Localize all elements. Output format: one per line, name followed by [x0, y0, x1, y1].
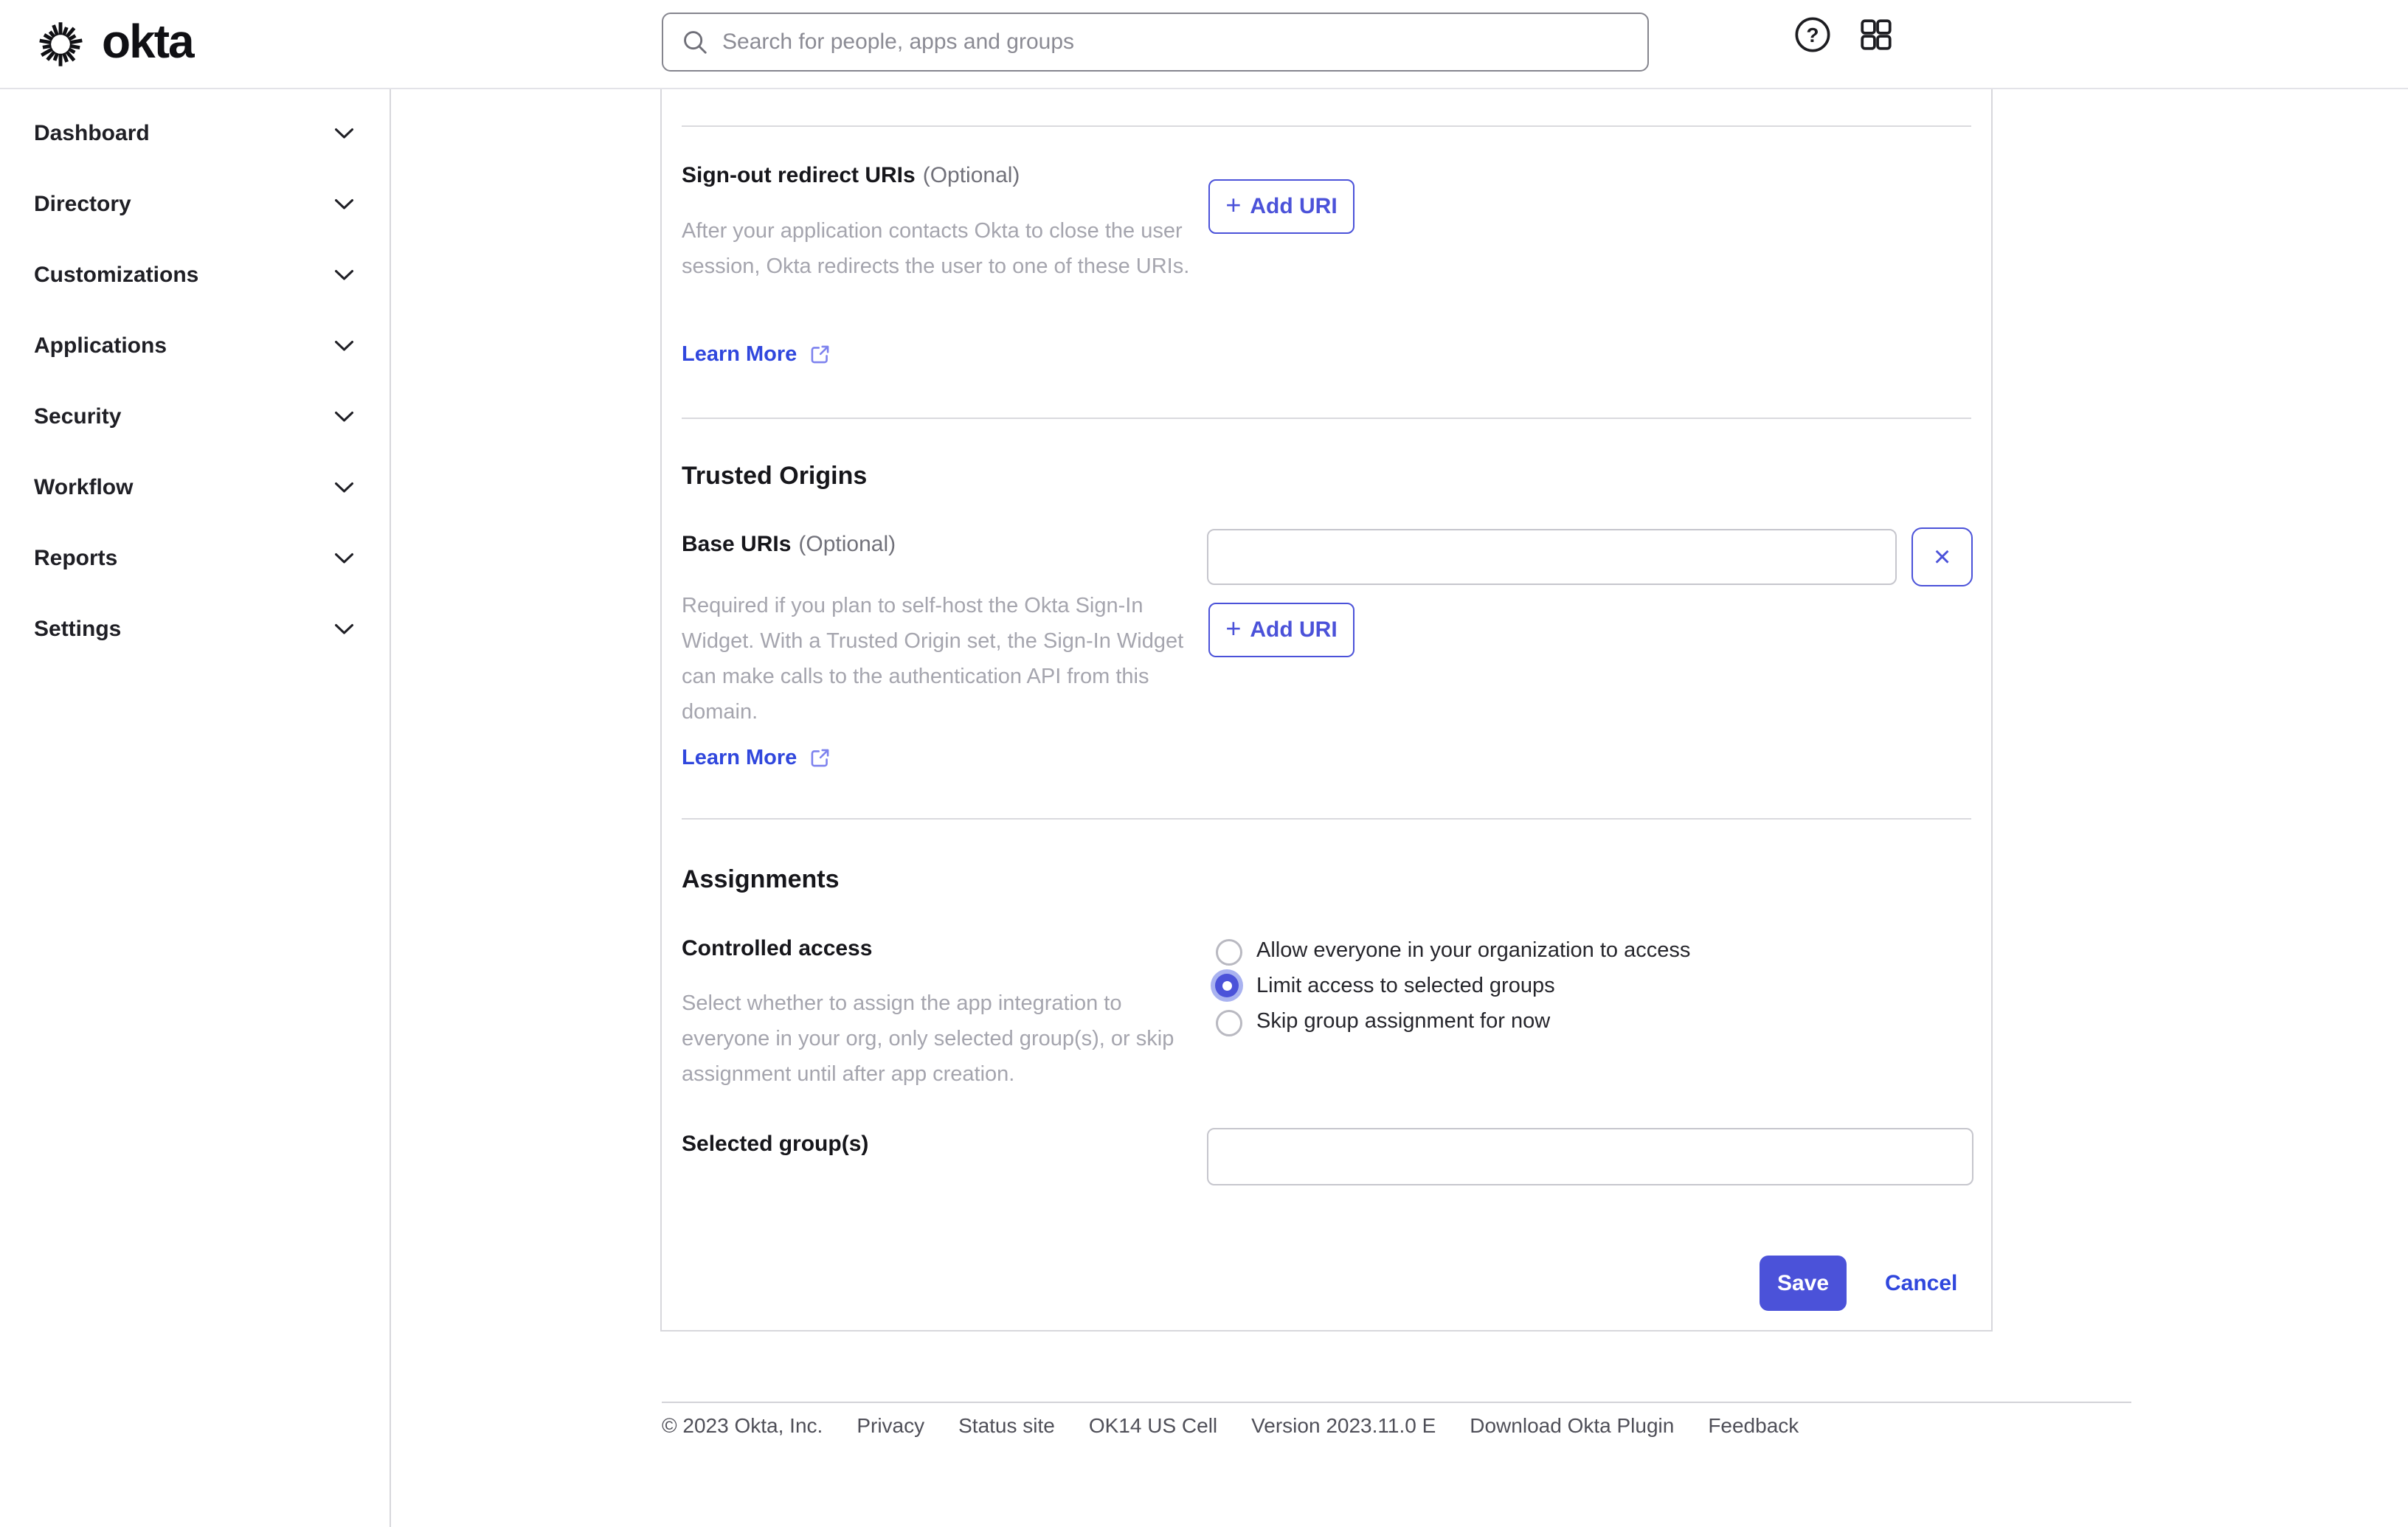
add-uri-label: Add URI — [1250, 617, 1338, 642]
svg-text:?: ? — [1806, 24, 1819, 46]
optional-tag: (Optional) — [922, 163, 1020, 187]
help-icon: ? — [1795, 17, 1830, 52]
signout-redirect-uris-label: Sign-out redirect URIs (Optional) — [682, 163, 1020, 188]
sidebar-item-label: Applications — [34, 333, 167, 358]
okta-wordmark: okta — [102, 15, 195, 68]
app-settings-card: Sign-out redirect URIs (Optional) After y… — [660, 89, 1993, 1332]
apps-grid-icon — [1861, 19, 1892, 50]
section-divider — [682, 418, 1971, 419]
controlled-access-label: Controlled access — [682, 936, 873, 960]
optional-tag: (Optional) — [798, 532, 896, 556]
sidebar-item-reports[interactable]: Reports — [0, 523, 390, 594]
plus-icon: + — [1225, 190, 1242, 220]
trusted-origins-learn-more-link[interactable]: Learn More — [682, 746, 831, 770]
footer-link-status-site[interactable]: Status site — [958, 1414, 1055, 1438]
chevron-down-icon — [335, 624, 353, 634]
remove-base-uri-button[interactable]: × — [1911, 527, 1973, 586]
apps-grid-button[interactable] — [1856, 15, 1896, 55]
chevron-down-icon — [335, 199, 353, 210]
radio-allow-everyone[interactable]: Allow everyone in your organization to a… — [1211, 932, 1690, 968]
footer-cell-info: OK14 US Cell — [1088, 1414, 1218, 1437]
signout-description: After your application contacts Okta to … — [682, 219, 1190, 278]
footer-divider — [662, 1402, 2131, 1403]
search-box[interactable] — [662, 13, 1649, 72]
base-uris-description: Required if you plan to self-host the Ok… — [682, 594, 1184, 724]
sidebar-item-label: Customizations — [34, 263, 199, 287]
section-divider — [682, 125, 1971, 127]
chevron-down-icon — [335, 341, 353, 351]
sidebar-item-security[interactable]: Security — [0, 381, 390, 452]
section-divider — [682, 818, 1971, 820]
base-uri-input[interactable] — [1207, 529, 1897, 585]
chevron-down-icon — [335, 482, 353, 493]
sidebar-item-label: Security — [34, 404, 122, 429]
sidebar-item-customizations[interactable]: Customizations — [0, 240, 390, 311]
controlled-access-description: Select whether to assign the app integra… — [682, 991, 1174, 1086]
chevron-down-icon — [335, 412, 353, 422]
sidebar-item-applications[interactable]: Applications — [0, 311, 390, 381]
footer-copyright: © 2023 Okta, Inc. — [662, 1414, 823, 1437]
radio-limit-selected-groups[interactable]: Limit access to selected groups — [1211, 968, 1690, 1003]
trusted-origins-heading: Trusted Origins — [682, 462, 868, 490]
sidebar-item-label: Dashboard — [34, 121, 150, 145]
footer-link-download-plugin[interactable]: Download Okta Plugin — [1470, 1414, 1674, 1438]
cancel-button[interactable]: Cancel — [1885, 1256, 1957, 1311]
sidebar-item-label: Workflow — [34, 475, 134, 499]
base-uris-label: Base URIs (Optional) — [682, 532, 896, 557]
sidebar-item-label: Directory — [34, 192, 131, 216]
chevron-down-icon — [335, 553, 353, 564]
radio-skip-group-assignment[interactable]: Skip group assignment for now — [1211, 1003, 1690, 1039]
sidebar-item-settings[interactable]: Settings — [0, 594, 390, 665]
okta-admin-page: okta ? Dashboard — [0, 0, 2408, 1527]
search-input[interactable] — [722, 30, 1630, 55]
assignments-heading: Assignments — [682, 865, 840, 893]
okta-aura-icon — [39, 22, 83, 66]
sidebar-item-label: Settings — [34, 617, 122, 641]
chevron-down-icon — [335, 270, 353, 280]
search-icon — [684, 31, 707, 54]
controlled-access-radio-group: Allow everyone in your organization to a… — [1211, 932, 1690, 1039]
learn-more-text: Learn More — [682, 746, 798, 769]
close-icon: × — [1933, 541, 1951, 573]
sidebar-nav: Dashboard Directory Customizations Appli… — [0, 89, 391, 1527]
radio-button-icon[interactable] — [1211, 1005, 1243, 1037]
plus-icon: + — [1225, 613, 1242, 643]
learn-more-text: Learn More — [682, 342, 798, 366]
sidebar-item-directory[interactable]: Directory — [0, 169, 390, 240]
field-label-text: Base URIs — [682, 532, 792, 556]
help-button[interactable]: ? — [1793, 15, 1833, 55]
add-signout-uri-button[interactable]: + Add URI — [1208, 179, 1354, 234]
chevron-down-icon — [335, 128, 353, 139]
footer-link-feedback[interactable]: Feedback — [1708, 1414, 1799, 1438]
selected-groups-label: Selected group(s) — [682, 1132, 869, 1156]
radio-button-icon[interactable] — [1211, 969, 1243, 1002]
save-button[interactable]: Save — [1760, 1256, 1847, 1311]
top-bar: okta ? — [0, 0, 2408, 89]
okta-logo[interactable]: okta — [35, 15, 195, 71]
external-link-icon — [811, 749, 829, 767]
footer-version: Version 2023.11.0 E — [1251, 1414, 1436, 1437]
sidebar-item-workflow[interactable]: Workflow — [0, 452, 390, 523]
add-uri-label: Add URI — [1250, 194, 1338, 218]
footer-link-privacy[interactable]: Privacy — [857, 1414, 924, 1438]
radio-label: Skip group assignment for now — [1256, 1008, 1551, 1033]
footer: © 2023 Okta, Inc. Privacy Status site OK… — [662, 1414, 1799, 1438]
signout-learn-more-link[interactable]: Learn More — [682, 342, 831, 367]
sidebar-item-dashboard[interactable]: Dashboard — [0, 98, 390, 169]
field-label-text: Sign-out redirect URIs — [682, 163, 916, 187]
radio-button-icon[interactable] — [1211, 934, 1243, 966]
radio-label: Limit access to selected groups — [1256, 973, 1555, 997]
external-link-icon — [811, 345, 829, 364]
sidebar-item-label: Reports — [34, 546, 118, 570]
selected-groups-input[interactable] — [1207, 1128, 1973, 1185]
radio-label: Allow everyone in your organization to a… — [1256, 938, 1691, 962]
add-base-uri-button[interactable]: + Add URI — [1208, 603, 1354, 657]
